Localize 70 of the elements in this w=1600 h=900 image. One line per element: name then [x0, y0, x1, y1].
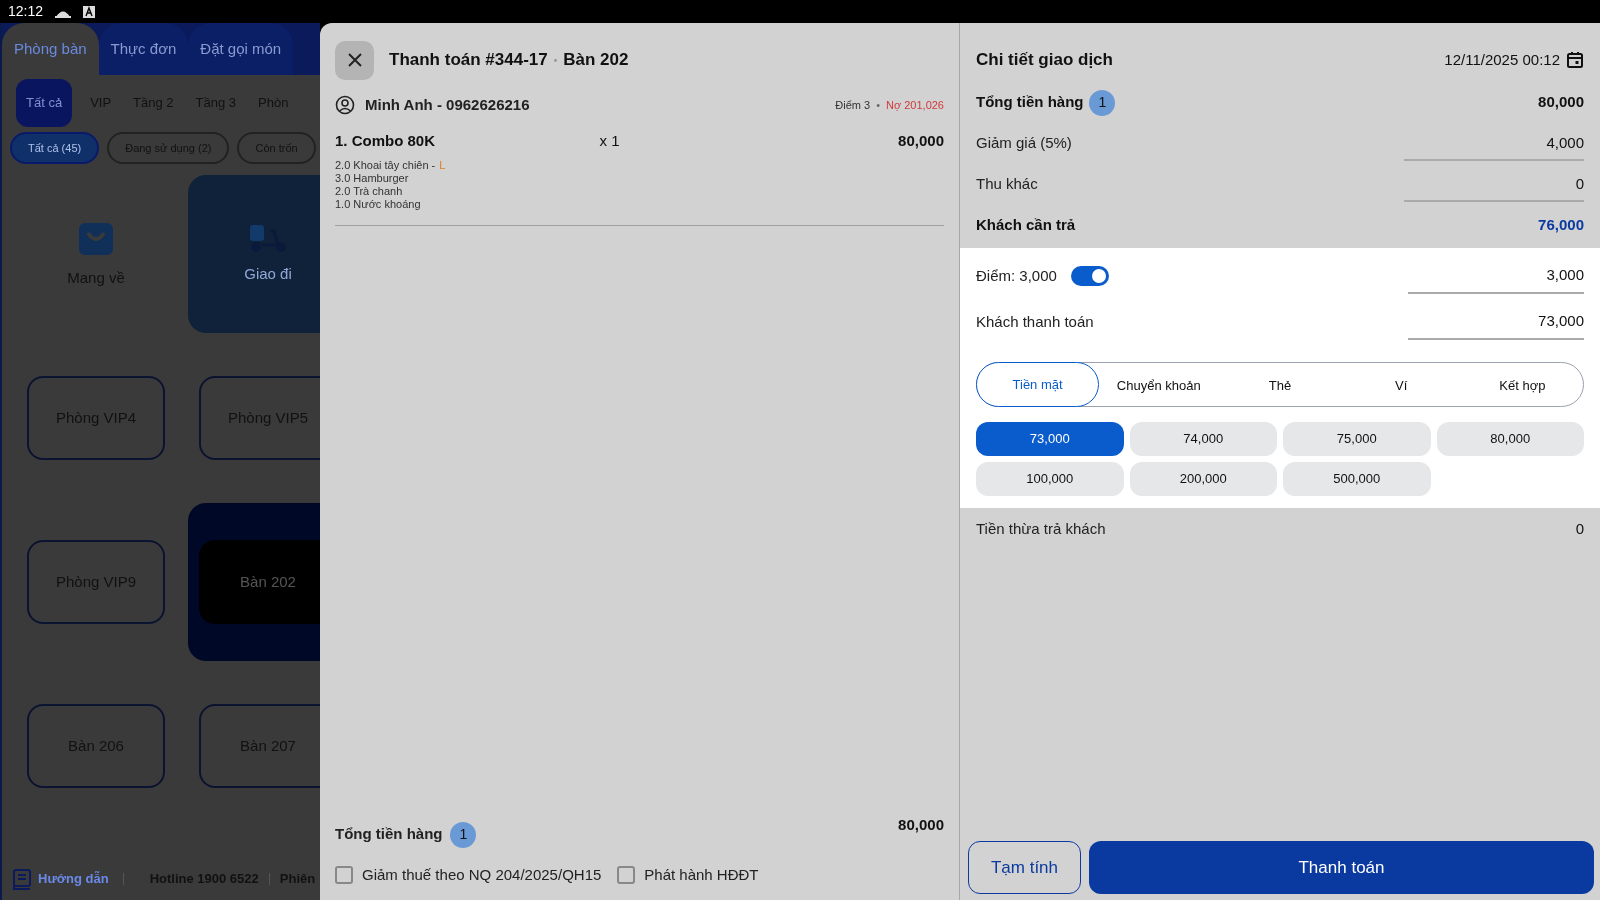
amount-chip[interactable]: 500,000 — [1283, 462, 1431, 496]
amount-chip[interactable]: 80,000 — [1436, 422, 1584, 456]
option-label: Phát hành HĐĐT — [644, 864, 759, 885]
summary-amount: 80,000 — [898, 814, 944, 835]
status-time: 12:12 — [8, 2, 44, 21]
checkbox[interactable] — [617, 865, 636, 884]
count-badge: 1 — [1089, 89, 1116, 116]
method-tab[interactable]: Ví — [1340, 363, 1462, 408]
table-tile[interactable]: Giao đi — [188, 175, 320, 333]
checkbox[interactable] — [335, 865, 353, 884]
change-value: 0 — [1575, 518, 1584, 539]
method-tab[interactable]: Chuyển khoản — [1098, 363, 1220, 408]
calendar-icon — [1566, 51, 1584, 69]
amount-chip[interactable]: 74,000 — [1129, 422, 1277, 456]
tab[interactable]: Thực đơn — [98, 23, 189, 75]
tile-label: Giao đi — [244, 263, 292, 284]
amount-chip[interactable]: 75,000 — [1283, 422, 1431, 456]
separator-dot: • — [553, 53, 558, 68]
item-name: 1. Combo 80K — [335, 131, 437, 151]
floor-filter[interactable]: Tất cả — [16, 79, 73, 127]
row-label: Khách cần trả — [976, 215, 1076, 236]
amount-chip[interactable]: 200,000 — [1129, 462, 1277, 496]
points-toggle[interactable] — [1070, 266, 1109, 286]
points-field[interactable]: 3,000 — [1408, 257, 1584, 295]
paid-field[interactable]: 73,000 — [1408, 303, 1584, 341]
draft-button[interactable]: Tạm tính — [968, 841, 1081, 894]
item-quantity: x 1 — [599, 131, 621, 151]
points-label: Điểm: 3,000 — [976, 265, 1057, 286]
row-value: 76,000 — [1538, 215, 1584, 236]
amount-chip[interactable]: 73,000 — [976, 422, 1124, 456]
amount-field[interactable]: 0 — [1404, 167, 1584, 202]
item-price: 80,000 — [897, 131, 944, 151]
points-text: Điểm 3 — [835, 97, 871, 113]
paid-label: Khách thanh toán — [976, 311, 1094, 332]
book-icon — [12, 868, 32, 890]
payment-title: Thanh toán #344-17 — [389, 49, 548, 72]
customer-name: Minh Anh - 0962626216 — [365, 94, 530, 115]
separator-dot: • — [876, 97, 880, 113]
pay-button[interactable]: Thanh toán — [1089, 841, 1594, 894]
tab[interactable]: Phòng bàn — [2, 23, 99, 75]
row-label: Tổng tiền hàng — [976, 92, 1084, 113]
row-label: Giảm giá (5%) — [976, 133, 1072, 154]
guide-link[interactable]: Hướng dẫn — [38, 869, 109, 889]
tab[interactable]: Đặt gọi món — [188, 23, 294, 75]
component-text: 2.0 Khoai tây chiên - — [335, 158, 436, 172]
count-badge: 1 — [450, 821, 477, 848]
method-tab[interactable]: Kết hợp — [1461, 363, 1583, 408]
row-value: 80,000 — [1538, 92, 1584, 113]
table-name: Bàn 202 — [563, 49, 629, 72]
close-button[interactable] — [335, 40, 374, 80]
size-label: L — [439, 158, 446, 172]
component-text: 2.0 Trà chanh — [335, 184, 403, 198]
row-label: Thu khác — [976, 174, 1038, 195]
component-text: 1.0 Nước khoáng — [335, 197, 421, 211]
debt-text: Nợ 201,026 — [886, 97, 944, 113]
user-icon — [335, 95, 355, 115]
change-label: Tiền thừa trả khách — [976, 518, 1106, 539]
amount-field[interactable]: 4,000 — [1404, 126, 1584, 161]
summary-label: Tổng tiền hàng — [335, 824, 443, 845]
scooter-icon — [248, 222, 288, 253]
amount-chip[interactable]: 100,000 — [976, 462, 1124, 496]
date-time: 12/11/2025 00:12 — [1444, 49, 1560, 70]
option-label: Giảm thuế theo NQ 204/2025/QH15 — [362, 864, 602, 885]
method-tab[interactable]: Tiền mặt — [976, 362, 1100, 407]
status-filter[interactable]: Tất cả (45) — [10, 132, 100, 164]
close-icon — [346, 52, 363, 68]
section-title: Chi tiết giao dịch — [976, 49, 1113, 72]
table-label: Bàn 202 — [199, 540, 320, 624]
component-text: 3.0 Hamburger — [335, 171, 409, 185]
method-tab[interactable]: Thẻ — [1219, 363, 1341, 408]
